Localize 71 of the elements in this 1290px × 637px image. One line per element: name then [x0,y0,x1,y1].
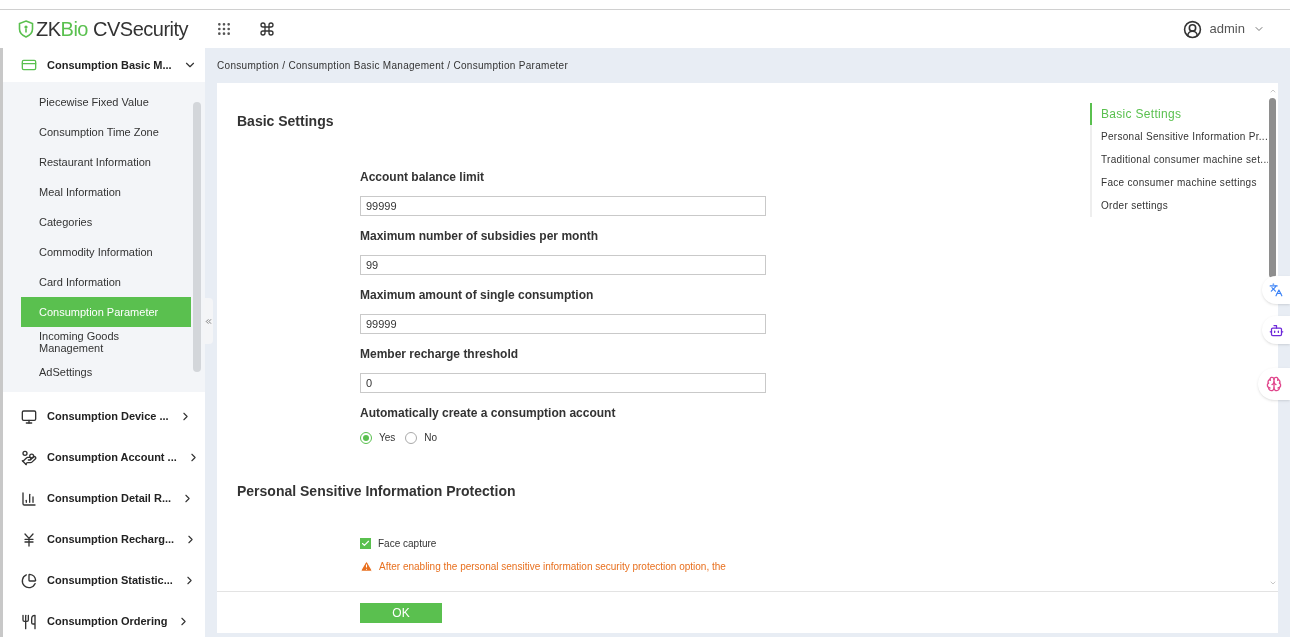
anchor-link[interactable]: Personal Sensitive Information Pr... [1090,125,1268,148]
brain-icon [1266,376,1282,392]
scroll-down-icon[interactable] [1269,579,1277,587]
menu-group[interactable]: Consumption Account ... [3,437,205,478]
yen-icon [21,531,37,548]
menu-item[interactable]: Categories [21,207,191,237]
translate-icon [1269,283,1283,297]
assistant-button[interactable] [1262,316,1290,344]
bar-chart-icon [21,490,37,507]
menu-group-label: Consumption Device ... [47,409,169,425]
menu-group[interactable]: Consumption Ordering [3,601,205,637]
menu-group[interactable]: Consumption Recharg... [3,519,205,560]
menu-group-label: Consumption Statistic... [47,573,173,589]
collapse-sidebar-button[interactable] [203,298,213,344]
menu-item[interactable]: Restaurant Information [21,147,191,177]
translate-button[interactable] [1262,276,1290,304]
scrollbar[interactable] [193,102,201,372]
menu-group-label: Consumption Ordering [47,614,168,630]
menu-item[interactable]: Meal Information [21,177,191,207]
radio-option[interactable]: No [405,430,438,445]
card-icon [21,57,37,73]
double-chevron-left-icon [203,316,213,326]
field-label: Maximum number of subsidies per month [360,228,600,245]
menu-item[interactable]: Consumption Time Zone [21,117,191,147]
ai-brain-button[interactable] [1258,368,1290,400]
user-name: admin [1209,20,1245,39]
checkbox[interactable] [360,538,371,549]
anchor-link[interactable]: Face consumer machine settings [1090,171,1268,194]
radio-option[interactable]: Yes [360,430,396,445]
anchor-link[interactable]: Traditional consumer machine set... [1090,148,1268,171]
field-label: Automatically create a consumption account [360,405,617,422]
shield-icon [18,20,34,38]
scrollbar[interactable] [1269,98,1276,278]
warning-icon [360,560,373,573]
menu-group-label: Consumption Basic M... [47,57,172,73]
checkbox-option[interactable]: Face capture [360,536,1068,551]
input-field[interactable]: 99999 [360,196,766,216]
hand-coin-icon [21,449,37,466]
input-field[interactable]: 99999 [360,314,766,334]
input-field[interactable]: 99 [360,255,766,275]
fork-knife-icon [21,613,37,630]
section-title: Personal Sensitive Information Protection [237,482,517,501]
field-label: Maximum amount of single consumption [360,287,595,304]
apps-grid-icon[interactable] [216,21,233,37]
menu-group[interactable]: Consumption Basic M... [3,48,205,82]
robot-face-icon [1268,322,1284,338]
user-icon [1182,19,1202,39]
scroll-up-icon[interactable] [1269,87,1277,95]
menu-item[interactable]: Commodity Information [21,237,191,267]
menu-item[interactable]: Card Information [21,267,191,297]
field-label: Account balance limit [360,169,486,186]
field-label: Member recharge threshold [360,346,520,363]
menu-item[interactable]: AdSettings [21,357,191,387]
menu-item[interactable]: Piecewise Fixed Value [21,87,191,117]
menu-group-label: Consumption Detail R... [47,491,172,507]
menu-group[interactable]: Consumption Statistic... [3,560,205,601]
menu-item[interactable]: Incoming Goods Management [21,327,191,357]
section-title: Basic Settings [237,112,335,131]
warning-text: After enabling the personal sensitive information security protection option, the [379,560,726,574]
breadcrumb: Consumption / Consumption Basic Management / Consumption Parameter [217,59,570,73]
command-icon[interactable] [259,21,276,37]
pie-chart-icon [21,572,37,589]
monitor-icon [21,408,37,425]
user-menu[interactable]: admin [1182,19,1265,39]
menu-group-label: Consumption Account ... [47,450,177,466]
anchor-link[interactable]: Order settings [1090,194,1268,217]
menu-group-label: Consumption Recharg... [47,532,175,548]
input-field[interactable]: 0 [360,373,766,393]
menu-group[interactable]: Consumption Device ... [3,396,205,437]
logo-text: ZKBio CVSecurity [36,17,189,42]
menu-group[interactable]: Consumption Detail R... [3,478,205,519]
